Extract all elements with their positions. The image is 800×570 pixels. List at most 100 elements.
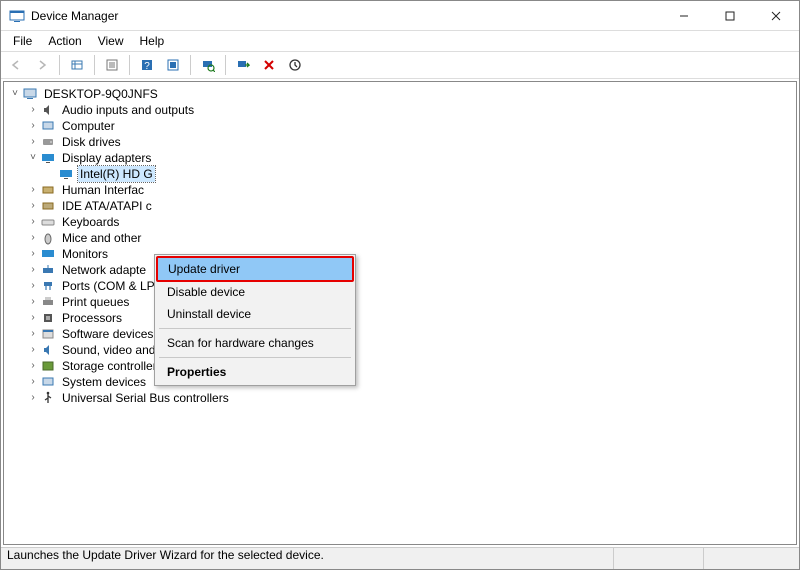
expand-toggle[interactable]: › — [26, 118, 40, 134]
toolbar-forward-button[interactable] — [31, 54, 53, 76]
cat-disk[interactable]: Disk drives — [60, 134, 123, 150]
storage-icon — [40, 358, 56, 374]
expand-toggle[interactable]: › — [26, 230, 40, 246]
toolbar-separator — [94, 55, 95, 75]
toolbar-show-hidden-button[interactable] — [66, 54, 88, 76]
cat-audio[interactable]: Audio inputs and outputs — [60, 102, 196, 118]
menu-action[interactable]: Action — [40, 32, 89, 50]
cat-monitors[interactable]: Monitors — [60, 246, 110, 262]
device-intel-hd[interactable]: Intel(R) HD G — [78, 166, 155, 182]
device-tree-pane[interactable]: ˅ DESKTOP-9Q0JNFS › Audio inputs and outp… — [3, 81, 797, 545]
svg-text:?: ? — [144, 61, 150, 72]
ctx-separator — [159, 357, 351, 358]
display-adapter-icon — [58, 166, 74, 182]
disk-icon — [40, 134, 56, 150]
ctx-disable-device[interactable]: Disable device — [157, 281, 353, 303]
software-icon — [40, 326, 56, 342]
expand-toggle[interactable]: › — [26, 342, 40, 358]
expand-toggle[interactable]: › — [26, 390, 40, 406]
sound-icon — [40, 342, 56, 358]
monitor-icon — [40, 246, 56, 262]
toolbar-properties-button[interactable] — [101, 54, 123, 76]
toolbar-add-legacy-button[interactable] — [232, 54, 254, 76]
printer-icon — [40, 294, 56, 310]
cat-mice[interactable]: Mice and other — [60, 230, 143, 246]
cat-processors[interactable]: Processors — [60, 310, 124, 326]
cat-ports[interactable]: Ports (COM & LP — [60, 278, 157, 294]
cat-system[interactable]: System devices — [60, 374, 148, 390]
highlight-annotation: Update driver — [156, 256, 354, 282]
tree-root[interactable]: DESKTOP-9Q0JNFS — [42, 86, 160, 102]
close-button[interactable] — [753, 1, 799, 30]
network-icon — [40, 262, 56, 278]
toolbar-help-button[interactable]: ? — [136, 54, 158, 76]
expand-toggle[interactable]: › — [26, 294, 40, 310]
expand-toggle[interactable]: › — [26, 102, 40, 118]
minimize-button[interactable] — [661, 1, 707, 30]
titlebar: Device Manager — [1, 1, 799, 31]
expand-toggle[interactable]: › — [26, 358, 40, 374]
ctx-properties[interactable]: Properties — [157, 361, 353, 383]
usb-icon — [40, 390, 56, 406]
toolbar-scan-hardware-button[interactable] — [197, 54, 219, 76]
computer-icon — [40, 118, 56, 134]
display-adapter-icon — [40, 150, 56, 166]
cat-storage[interactable]: Storage controllers — [60, 358, 165, 374]
expand-toggle[interactable]: › — [26, 214, 40, 230]
expand-toggle[interactable]: › — [26, 134, 40, 150]
expand-toggle[interactable]: › — [26, 310, 40, 326]
ctx-update-driver[interactable]: Update driver — [158, 258, 352, 280]
ports-icon — [40, 278, 56, 294]
cat-software[interactable]: Software devices — [60, 326, 155, 342]
expand-toggle[interactable]: › — [26, 198, 40, 214]
statusbar-cell — [613, 548, 703, 569]
audio-icon — [40, 102, 56, 118]
toolbar-update-driver-button[interactable] — [284, 54, 306, 76]
cat-print-queues[interactable]: Print queues — [60, 294, 131, 310]
spacer — [44, 166, 58, 182]
toolbar: ? — [1, 51, 799, 79]
expand-toggle[interactable]: ˅ — [8, 86, 22, 102]
system-icon — [40, 374, 56, 390]
expand-toggle[interactable]: › — [26, 278, 40, 294]
cat-usb[interactable]: Universal Serial Bus controllers — [60, 390, 231, 406]
menu-file[interactable]: File — [5, 32, 40, 50]
mouse-icon — [40, 230, 56, 246]
cat-display[interactable]: Display adapters — [60, 150, 153, 166]
cat-hid[interactable]: Human Interfac — [60, 182, 146, 198]
toolbar-uninstall-button[interactable] — [258, 54, 280, 76]
maximize-button[interactable] — [707, 1, 753, 30]
expand-toggle[interactable]: › — [26, 262, 40, 278]
expand-toggle[interactable]: › — [26, 374, 40, 390]
ctx-uninstall-device[interactable]: Uninstall device — [157, 303, 353, 325]
toolbar-separator — [129, 55, 130, 75]
cat-network[interactable]: Network adapte — [60, 262, 148, 278]
menu-help[interactable]: Help — [132, 32, 173, 50]
expand-toggle[interactable]: ˅ — [26, 150, 40, 166]
statusbar-text: Launches the Update Driver Wizard for th… — [7, 548, 613, 569]
toolbar-back-button[interactable] — [5, 54, 27, 76]
cat-ide[interactable]: IDE ATA/ATAPI c — [60, 198, 154, 214]
hid-icon — [40, 182, 56, 198]
keyboard-icon — [40, 214, 56, 230]
menu-view[interactable]: View — [90, 32, 132, 50]
device-tree[interactable]: ˅ DESKTOP-9Q0JNFS › Audio inputs and outp… — [4, 82, 796, 406]
toolbar-separator — [225, 55, 226, 75]
statusbar-cell — [703, 548, 793, 569]
ctx-scan-hardware[interactable]: Scan for hardware changes — [157, 332, 353, 354]
app-icon — [9, 8, 25, 24]
expand-toggle[interactable]: › — [26, 326, 40, 342]
cat-keyboards[interactable]: Keyboards — [60, 214, 121, 230]
toolbar-action-button[interactable] — [162, 54, 184, 76]
cat-computer[interactable]: Computer — [60, 118, 117, 134]
expand-toggle[interactable]: › — [26, 182, 40, 198]
context-menu: Update driver Disable device Uninstall d… — [154, 254, 356, 386]
processor-icon — [40, 310, 56, 326]
toolbar-separator — [190, 55, 191, 75]
expand-toggle[interactable]: › — [26, 246, 40, 262]
statusbar: Launches the Update Driver Wizard for th… — [1, 547, 799, 569]
ctx-separator — [159, 328, 351, 329]
window-title: Device Manager — [31, 9, 661, 23]
menubar: File Action View Help — [1, 31, 799, 51]
computer-icon — [22, 86, 38, 102]
